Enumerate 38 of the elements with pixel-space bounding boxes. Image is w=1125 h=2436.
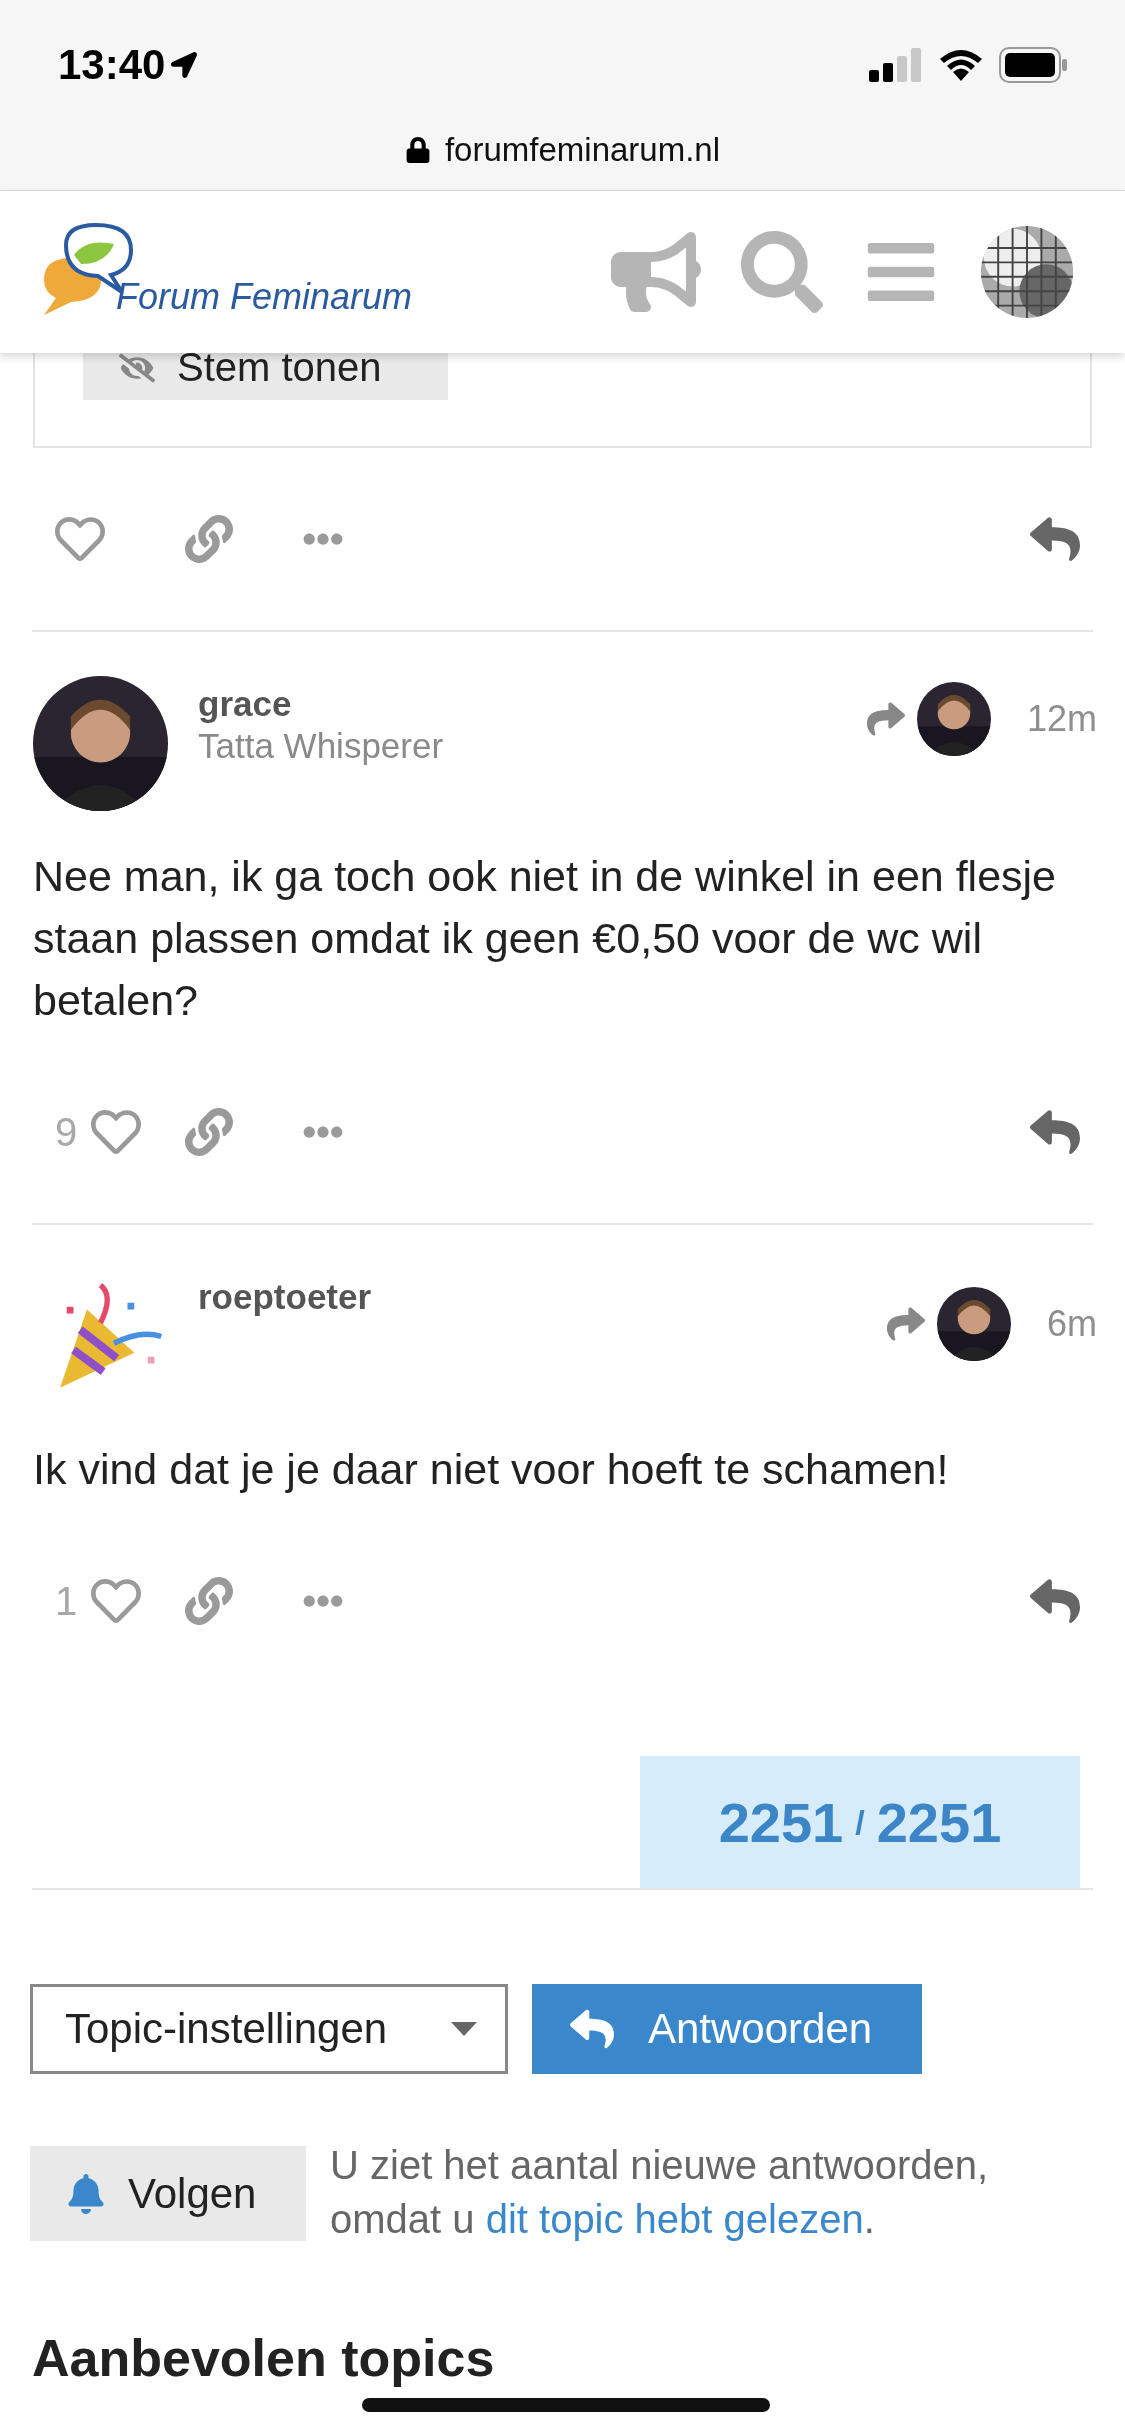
heart-icon[interactable] [91,1576,142,1626]
reply-icon [570,2007,614,2051]
reply-to-icon [887,1305,925,1343]
username[interactable]: roeptoeter [198,1277,857,1317]
heart-icon[interactable] [91,1107,142,1157]
clock-time: 13:40 [58,41,198,89]
user-title: Tatta Whisperer [198,726,445,766]
caret-icon [451,2022,477,2036]
username[interactable]: grace [198,684,837,724]
reply-to-icon [866,700,905,738]
reply-icon[interactable] [1030,1107,1080,1157]
show-votes-button[interactable]: Stem tonen [83,353,448,400]
post-text: Ik vind dat je je daar niet voor hoeft te schamen! [33,1444,950,1495]
like-count: 9 [55,1109,78,1155]
link-icon[interactable] [185,1108,233,1156]
location-icon [171,52,198,78]
reply-icon[interactable] [1030,514,1080,564]
like-count: 1 [55,1578,78,1624]
heart-icon[interactable] [55,514,105,564]
reply-button[interactable]: Antwoorden [532,1984,922,2074]
link-icon[interactable] [185,1577,233,1625]
url-text[interactable]: forumfeminarum.nl [444,131,721,169]
notification-text: U ziet het aantal nieuwe antwoorden, omdat u dit topic hebt gelezen. [330,2142,990,2243]
post-time: 12m [1026,698,1097,740]
section-heading: Aanbevolen topics [32,2328,495,2388]
follow-button[interactable]: Volgen [30,2146,306,2241]
read-topic-link[interactable]: dit topic hebt gelezen [485,2197,864,2241]
signal-icon [869,48,923,82]
lock-icon [404,137,431,163]
site-name[interactable]: Forum Feminarum [116,276,413,318]
topic-settings-dropdown[interactable]: Topic-instellingen [30,1984,508,2074]
post-time: 6m [1047,1303,1097,1345]
link-icon[interactable] [185,515,233,563]
search-icon[interactable] [741,231,823,313]
reply-icon[interactable] [1030,1576,1080,1626]
bell-icon [66,2173,106,2214]
post-text: Nee man, ik ga toch ook niet in de winkel in een flesje staan plassen omdat ik geen €0,50 voor de wc wil betalen? [33,851,1057,1026]
battery-icon [999,47,1069,83]
